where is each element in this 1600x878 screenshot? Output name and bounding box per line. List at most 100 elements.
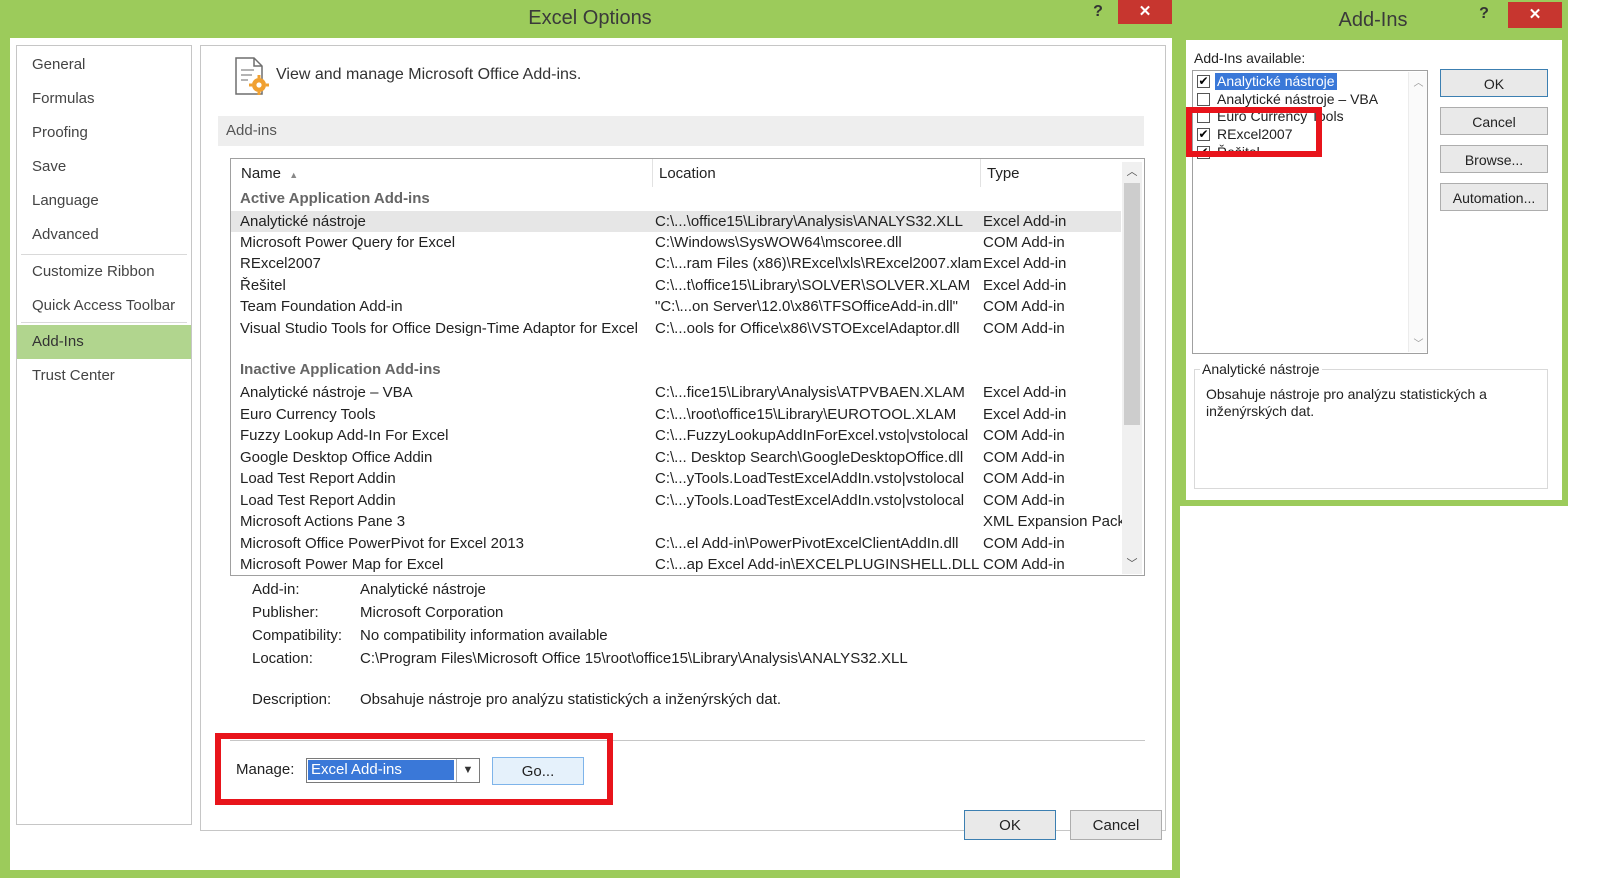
- cell-location: C:\...\root\office15\Library\EUROTOOL.XL…: [655, 406, 957, 423]
- cell-type: COM Add-in: [983, 427, 1065, 444]
- list-item[interactable]: ✔ Analytické nástroje: [1193, 73, 1405, 90]
- table-row[interactable]: Microsoft Power Query for Excel C:\Windo…: [231, 232, 1121, 253]
- window-title: Excel Options: [528, 7, 652, 29]
- table-row[interactable]: Microsoft Actions Pane 3 XML Expansion P…: [231, 511, 1125, 532]
- group-header-inactive: Inactive Application Add-ins: [240, 361, 441, 378]
- nav-item-quick-access-toolbar[interactable]: Quick Access Toolbar: [17, 289, 191, 323]
- cell-location: C:\...ap Excel Add-in\EXCELPLUGINSHELL.D…: [655, 556, 980, 573]
- description-text: Obsahuje nástroje pro analýzu statistick…: [1206, 386, 1487, 419]
- cell-location: C:\...yTools.LoadTestExcelAddIn.vsto|vst…: [655, 470, 965, 487]
- automation-button[interactable]: Automation...: [1440, 183, 1548, 211]
- detail-label-description: Description:: [252, 691, 332, 708]
- nav-item-formulas[interactable]: Formulas: [17, 82, 191, 116]
- available-addins-label: Add-Ins available:: [1194, 50, 1306, 66]
- list-scrollbar[interactable]: ︿ ﹀: [1408, 72, 1427, 352]
- cell-location: C:\...\office15\Library\Analysis\ANALYS3…: [655, 213, 963, 230]
- cell-location: C:\...FuzzyLookupAddInForExcel.vsto|vsto…: [655, 427, 969, 444]
- nav-item-proofing[interactable]: Proofing: [17, 116, 191, 150]
- browse-button[interactable]: Browse...: [1440, 145, 1548, 173]
- detail-value-location: C:\Program Files\Microsoft Office 15\roo…: [360, 650, 908, 667]
- list-item-label: Analytické nástroje – VBA: [1217, 91, 1379, 107]
- checkbox-checked-icon[interactable]: ✔: [1197, 75, 1210, 88]
- table-row[interactable]: RExcel2007 C:\...ram Files (x86)\RExcel\…: [231, 253, 1121, 274]
- highlight-box: [215, 733, 613, 805]
- cell-location: C:\...ools for Office\x86\VSTOExcelAdapt…: [655, 320, 960, 337]
- detail-value-description: Obsahuje nástroje pro analýzu statistick…: [360, 691, 782, 708]
- cell-name: Microsoft Power Map for Excel: [240, 556, 444, 573]
- detail-label-addin: Add-in:: [252, 581, 300, 598]
- cancel-button[interactable]: Cancel: [1070, 810, 1162, 840]
- cell-type: COM Add-in: [983, 492, 1065, 509]
- table-row[interactable]: Load Test Report Addin C:\...yTools.Load…: [231, 490, 1121, 511]
- cell-type: COM Add-in: [983, 535, 1065, 552]
- nav-item-customize-ribbon[interactable]: Customize Ribbon: [17, 255, 191, 289]
- table-row[interactable]: Euro Currency Tools C:\...\root\office15…: [231, 404, 1121, 425]
- cell-type: COM Add-in: [983, 556, 1065, 573]
- cell-location: C:\...t\office15\Library\SOLVER\SOLVER.X…: [655, 277, 971, 294]
- cell-location: C:\...fice15\Library\Analysis\ATPVBAEN.X…: [655, 384, 965, 401]
- page-header-text: View and manage Microsoft Office Add-ins…: [276, 66, 582, 83]
- cell-type: Excel Add-in: [983, 384, 1067, 401]
- nav-divider: [21, 322, 187, 323]
- detail-value-addin: Analytické nástroje: [360, 581, 486, 598]
- table-row[interactable]: Analytické nástroje – VBA C:\...fice15\L…: [231, 382, 1121, 403]
- sort-ascending-icon: ▲: [289, 170, 299, 180]
- column-header-type[interactable]: Type: [981, 159, 1121, 187]
- scrollbar-thumb[interactable]: [1124, 183, 1140, 425]
- cell-location: "C:\...on Server\12.0\x86\TFSOfficeAdd-i…: [655, 298, 959, 315]
- cell-name: Visual Studio Tools for Office Design-Ti…: [240, 320, 638, 337]
- table-row[interactable]: Microsoft Power Map for Excel C:\...ap E…: [231, 554, 1121, 575]
- scroll-up-icon[interactable]: ︿: [1409, 74, 1428, 89]
- nav-item-general[interactable]: General: [17, 48, 191, 82]
- nav-item-add-ins[interactable]: Add-Ins: [17, 325, 191, 359]
- close-button[interactable]: ✕: [1508, 2, 1562, 28]
- detail-label-publisher: Publisher:: [252, 604, 319, 621]
- cell-location: C:\...ram Files (x86)\RExcel\xls\RExcel2…: [655, 255, 982, 272]
- scroll-up-icon[interactable]: ︿: [1122, 162, 1142, 182]
- scroll-down-icon[interactable]: ﹀: [1122, 554, 1142, 574]
- nav-item-save[interactable]: Save: [17, 150, 191, 184]
- column-header-label: Name: [241, 165, 282, 182]
- table-row[interactable]: Analytické nástroje C:\...\office15\Libr…: [231, 211, 1121, 232]
- description-title: Analytické nástroje: [1200, 361, 1322, 377]
- nav-item-trust-center[interactable]: Trust Center: [17, 359, 191, 393]
- cell-type: Excel Add-in: [983, 406, 1067, 423]
- column-header-name[interactable]: Name ▲: [235, 159, 653, 187]
- table-row[interactable]: Fuzzy Lookup Add-In For Excel C:\...Fuzz…: [231, 425, 1121, 446]
- table-row[interactable]: Microsoft Office PowerPivot for Excel 20…: [231, 533, 1121, 554]
- group-header-active: Active Application Add-ins: [240, 190, 430, 207]
- cell-location: C:\Windows\SysWOW64\mscoree.dll: [655, 234, 902, 251]
- ok-button[interactable]: OK: [964, 810, 1056, 840]
- cell-name: Fuzzy Lookup Add-In For Excel: [240, 427, 449, 444]
- cell-name: Load Test Report Addin: [240, 470, 396, 487]
- cell-type: XML Expansion Pack: [983, 513, 1126, 530]
- cell-type: COM Add-in: [983, 449, 1065, 466]
- cell-type: COM Add-in: [983, 470, 1065, 487]
- scroll-down-icon[interactable]: ﹀: [1409, 335, 1428, 350]
- list-item[interactable]: Analytické nástroje – VBA: [1193, 91, 1405, 108]
- ok-button[interactable]: OK: [1440, 69, 1548, 97]
- cell-type: Excel Add-in: [983, 213, 1067, 230]
- list-item-label: Analytické nástroje: [1215, 73, 1337, 90]
- close-button[interactable]: ✕: [1118, 0, 1172, 24]
- nav-item-language[interactable]: Language: [17, 184, 191, 218]
- help-icon[interactable]: ?: [1472, 2, 1496, 26]
- cancel-button[interactable]: Cancel: [1440, 107, 1548, 135]
- cell-type: COM Add-in: [983, 320, 1065, 337]
- add-ins-table[interactable]: Name ▲ Location Type Active Application …: [230, 158, 1145, 576]
- checkbox-unchecked-icon[interactable]: [1197, 93, 1210, 106]
- highlight-box: [1186, 107, 1322, 157]
- column-header-location[interactable]: Location: [653, 159, 981, 187]
- help-icon[interactable]: ?: [1086, 0, 1110, 24]
- table-row[interactable]: Řešitel C:\...t\office15\Library\SOLVER\…: [231, 275, 1121, 296]
- nav-item-advanced[interactable]: Advanced: [17, 218, 191, 252]
- cell-type: Excel Add-in: [983, 277, 1067, 294]
- table-row[interactable]: Load Test Report Addin C:\...yTools.Load…: [231, 468, 1121, 489]
- table-row[interactable]: Team Foundation Add-in "C:\...on Server\…: [231, 296, 1121, 317]
- table-row[interactable]: Google Desktop Office Addin C:\... Deskt…: [231, 447, 1121, 468]
- cell-location: C:\...yTools.LoadTestExcelAddIn.vsto|vst…: [655, 492, 965, 509]
- add-ins-page-icon: [234, 56, 270, 96]
- table-row[interactable]: Visual Studio Tools for Office Design-Ti…: [231, 318, 1121, 339]
- cell-name: Team Foundation Add-in: [240, 298, 403, 315]
- cell-name: Load Test Report Addin: [240, 492, 396, 509]
